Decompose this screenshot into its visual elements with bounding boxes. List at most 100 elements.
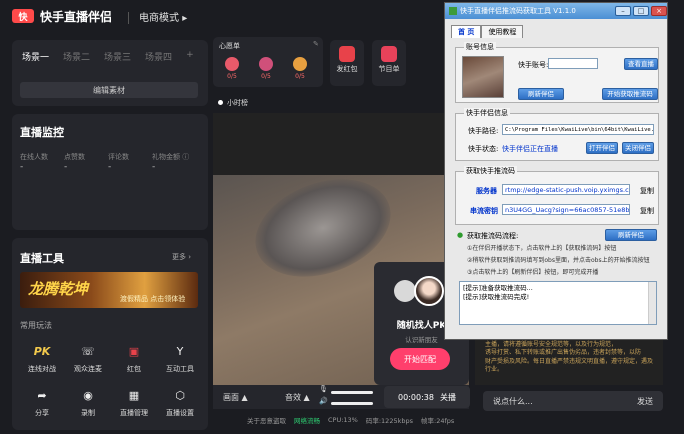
tool-live-manage[interactable]: ▦ 直播管理 <box>112 384 156 418</box>
speaker-volume-slider[interactable] <box>331 402 373 405</box>
fps: 帧率:24fps <box>421 417 455 425</box>
stream-key-tool-window: 快手直播伴侣推流码获取工具 V1.1.0 – □ × 首 页 使用教程 账号信息… <box>444 2 668 340</box>
tab-scene-1[interactable]: 场景一 <box>22 50 49 63</box>
path-input[interactable]: C:\Program Files\KwaiLive\bin\64bit\Kwai… <box>502 124 654 135</box>
add-scene-button[interactable]: + <box>186 50 194 63</box>
info-icon[interactable]: ⓘ <box>182 153 189 161</box>
tool-pk[interactable]: PK 连线对战 <box>20 340 64 374</box>
settings-icon: ⬡ <box>175 388 185 402</box>
window-title-bar[interactable]: 快手直播伴侣推流码获取工具 V1.1.0 – □ × <box>445 3 667 19</box>
stat-comments: 评论数 - <box>108 153 129 172</box>
chat-input[interactable]: 说点什么... 发送 <box>483 391 663 411</box>
refresh-companion-button[interactable]: 刷新伴侣 <box>518 88 564 100</box>
log-textarea[interactable]: [提示]准备获取推流码... [提示]获取推流码完成! <box>459 281 657 325</box>
bitrate: 码率:1225kbps <box>365 417 413 425</box>
red-packet-button[interactable]: 发红包 <box>330 40 364 86</box>
wish-gift: 0/5 <box>221 57 243 80</box>
tab-scene-2[interactable]: 场景二 <box>63 50 90 63</box>
wish-list[interactable]: 心愿单 ✎ 0/5 0/5 0/5 <box>213 37 323 87</box>
stat-online: 在线人数 - <box>20 153 48 172</box>
app-title: 快手直播伴侣 <box>40 9 113 24</box>
tab-home[interactable]: 首 页 <box>451 25 482 38</box>
tool-live-settings[interactable]: ⬡ 直播设置 <box>158 384 202 418</box>
start-match-button[interactable]: 开始匹配 <box>390 348 450 370</box>
picture-menu[interactable]: 画面 ▲ <box>223 392 248 403</box>
account-input[interactable] <box>548 58 598 69</box>
get-stream-key-button[interactable]: 开始获取推流码 <box>602 88 658 100</box>
maximize-button[interactable]: □ <box>633 6 649 16</box>
program-list-button[interactable]: 节目单 <box>372 40 406 86</box>
mic-volume-slider[interactable] <box>331 391 373 394</box>
edit-label: 编辑素材 <box>93 85 125 95</box>
server-label: 服务器 <box>476 187 497 195</box>
send-button[interactable]: 发送 <box>637 396 653 407</box>
gift-icon <box>259 57 273 71</box>
log-line: [提示]获取推流码完成! <box>463 293 530 302</box>
network-status: 网络流畅 <box>294 417 320 425</box>
edit-material-button[interactable]: 编辑素材 <box>20 82 198 98</box>
copy-server-button[interactable]: 复制 <box>640 186 654 196</box>
log-scrollbar[interactable] <box>648 282 656 324</box>
tool-record[interactable]: ◉ 录制 <box>66 384 110 418</box>
stream-key-input[interactable]: n3U4GG_Uacg?sign=66ac0857-51e8b <box>502 204 630 215</box>
view-live-button[interactable]: 查看直播 <box>624 58 658 70</box>
close-live-button[interactable]: 关播 <box>440 392 456 403</box>
manage-icon: ▦ <box>128 388 140 402</box>
wish-gift: 0/5 <box>255 57 277 80</box>
scene-tabs: 场景一 场景二 场景三 场景四 + <box>12 40 208 63</box>
interact-icon: Y <box>176 344 184 358</box>
mode-switch[interactable]: 电商模式 ▸ <box>128 9 187 24</box>
gift-icon <box>225 57 239 71</box>
close-companion-button[interactable]: 关闭伴侣 <box>622 142 654 154</box>
step-1: ①在伴侣开播状态下，点击软件上的【获取推流码】按钮 <box>467 245 617 252</box>
steps-title: 获取推流码流程: <box>467 232 519 240</box>
companion-group: 快手伴侣信息 快手路径: C:\Program Files\KwaiLive\b… <box>455 108 659 161</box>
refresh-companion-button-2[interactable]: 刷新伴侣 <box>605 229 657 241</box>
promo-banner[interactable]: 龙腾乾坤 渡假精品 点击领体验 <box>20 272 198 308</box>
tab-tutorial[interactable]: 使用教程 <box>481 25 524 38</box>
more-link[interactable]: 更多 › <box>172 252 191 262</box>
cpu-usage: CPU:13% <box>328 416 358 424</box>
account-group: 账号信息 快手账号: 查看直播 刷新伴侣 开始获取推流码 <box>455 42 659 103</box>
close-button[interactable]: × <box>651 6 667 16</box>
pk-icon: PK <box>33 344 51 358</box>
program-icon <box>381 46 397 62</box>
tool-interact[interactable]: Y 互动工具 <box>158 340 202 374</box>
open-companion-button[interactable]: 打开伴侣 <box>586 142 618 154</box>
status-label: 快手状态: <box>468 145 499 153</box>
tab-scene-3[interactable]: 场景三 <box>104 50 131 63</box>
live-tools-panel: 直播工具 更多 › 龙腾乾坤 渡假精品 点击领体验 常用玩法 PK 连线对战 ☏ 观… <box>12 238 208 430</box>
stream-key-group: 获取快手推流码 服务器 rtmp://edge-static-push.voip… <box>455 166 659 225</box>
mic-icon[interactable]: 🎙 <box>319 385 328 393</box>
timer-value: 00:00:38 <box>398 392 434 402</box>
server-url-input[interactable]: rtmp://edge-static-push.voip.yximgs.c <box>502 184 630 195</box>
tool-audience-mic[interactable]: ☏ 观众连麦 <box>66 340 110 374</box>
tool-share[interactable]: ➦ 分享 <box>20 384 64 418</box>
step-2: ②稍软件获取到推流码填写到obs里面，并点击obs上的开始推流按钮 <box>467 257 650 264</box>
minimize-button[interactable]: – <box>615 6 631 16</box>
audio-menu[interactable]: 音效 ▲ <box>285 392 310 403</box>
app-logo: 快 <box>12 9 34 23</box>
group-title: 获取快手推流码 <box>464 166 517 176</box>
about-link[interactable]: 关于恶意盗取 <box>247 415 286 425</box>
window-title: 快手直播伴侣推流码获取工具 V1.1.0 <box>460 7 576 15</box>
stat-gifts: 礼物金额 ⓘ - <box>152 153 190 172</box>
share-icon: ➦ <box>37 388 47 402</box>
chevron-right-icon: ▸ <box>182 12 188 24</box>
steps-panel: ● 获取推流码流程: 刷新伴侣 ①在伴侣开播状态下，点击软件上的【获取推流码】按… <box>455 229 659 279</box>
group-title: 快手伴侣信息 <box>464 108 510 118</box>
live-monitor-panel: 直播监控 在线人数 - 点赞数 - 评论数 - 礼物金额 ⓘ - <box>12 114 208 230</box>
tool-red-packet[interactable]: ▣ 红包 <box>112 340 156 374</box>
banner-subtext: 渡假精品 点击领体验 <box>120 295 186 303</box>
speaker-icon[interactable]: 🔊 <box>319 397 328 405</box>
red-packet-icon <box>339 46 355 62</box>
edit-icon[interactable]: ✎ <box>313 40 319 48</box>
radio-dot-icon <box>218 100 223 105</box>
mode-label: 电商模式 <box>139 12 180 24</box>
info-icon: ● <box>457 231 464 239</box>
hourly-rank[interactable]: 小时榜 <box>218 98 248 108</box>
copy-key-button[interactable]: 复制 <box>640 206 654 216</box>
caret-up-icon: ▲ <box>241 393 248 402</box>
tools-title: 直播工具 <box>20 252 64 265</box>
tab-scene-4[interactable]: 场景四 <box>145 50 172 63</box>
